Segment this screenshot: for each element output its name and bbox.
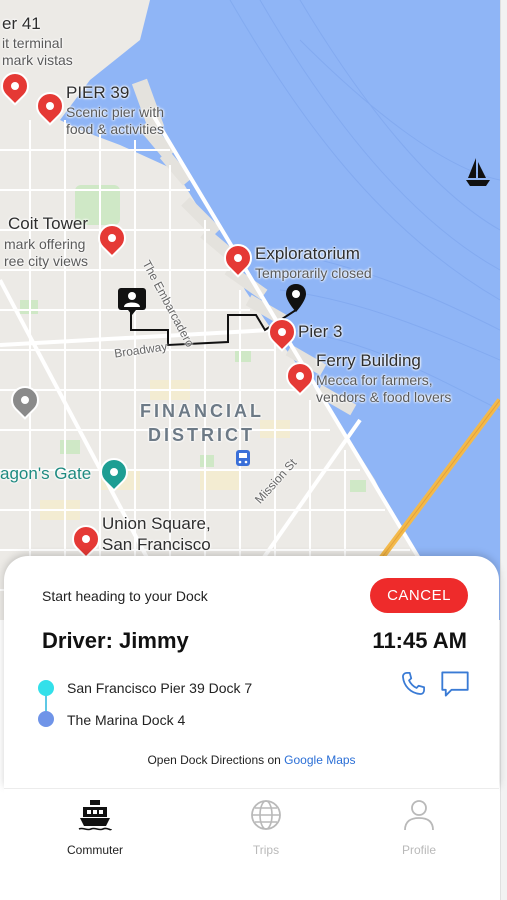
map-view[interactable]: er 41 it terminal mark vistas PIER 39 Sc… <box>0 0 503 622</box>
open-directions-text: Open Dock Directions on <box>147 753 285 767</box>
open-directions: Open Dock Directions on Google Maps <box>4 753 499 767</box>
union-square-label-2: San Francisco <box>102 535 211 554</box>
start-stop-label: San Francisco Pier 39 Dock 7 <box>67 680 253 696</box>
district-label-1: FINANCIAL <box>140 401 264 421</box>
nav-trips[interactable]: Trips <box>216 797 316 857</box>
ferry-building-sub-label-1: Mecca for farmers, <box>316 372 433 388</box>
message-icon[interactable] <box>440 670 470 698</box>
coit-tower-sub-label-2: ree city views <box>4 253 89 269</box>
ferry-building-sub-label-2: vendors & food lovers <box>316 389 452 405</box>
screen-edge <box>500 0 507 900</box>
bottom-nav: Commuter Trips Profile <box>4 788 499 900</box>
google-maps-link[interactable]: Google Maps <box>284 753 355 767</box>
coit-tower-sub-label-1: mark offering <box>4 236 86 252</box>
phone-icon[interactable] <box>399 670 427 698</box>
pier-39-sub-label-1: Scenic pier with <box>66 104 165 120</box>
coit-tower-label: Coit Tower <box>8 214 88 233</box>
globe-icon <box>251 800 281 830</box>
person-icon <box>404 800 434 831</box>
trip-sheet: Start heading to your Dock CANCEL Driver… <box>4 556 499 788</box>
start-stop-dot <box>38 680 54 696</box>
ferry-building-label: Ferry Building <box>316 351 421 370</box>
nav-profile-label: Profile <box>401 843 436 857</box>
pier-41-sub-label-2: mark vistas <box>2 52 73 68</box>
ferry-icon <box>78 800 112 831</box>
pier-39-sub-label-2: food & activities <box>66 121 165 137</box>
app-screen: er 41 it terminal mark vistas PIER 39 Sc… <box>0 0 507 900</box>
district-label-2: DISTRICT <box>148 425 255 445</box>
pier-3-label: Pier 3 <box>298 322 343 341</box>
dragons-gate-label: agon's Gate <box>0 464 92 483</box>
pier-39-label: PIER 39 <box>66 83 130 102</box>
transit-station-icon <box>236 450 250 466</box>
end-stop-label: The Marina Dock 4 <box>67 712 186 728</box>
nav-commuter-label: Commuter <box>66 843 123 857</box>
pier-41-label: er 41 <box>2 14 41 33</box>
end-stop-dot <box>38 711 54 727</box>
pier-41-sub-label-1: it terminal <box>2 35 63 51</box>
union-square-label: Union Square, <box>102 514 211 533</box>
exploratorium-label: Exploratorium <box>255 244 360 263</box>
eta-time: 11:45 AM <box>372 628 467 653</box>
nav-commuter[interactable]: Commuter <box>45 797 145 857</box>
exploratorium-sub-label: Temporarily closed <box>255 265 372 281</box>
cancel-button[interactable]: CANCEL <box>370 578 468 613</box>
driver-name: Driver: Jimmy <box>42 628 189 653</box>
nav-profile[interactable]: Profile <box>369 797 469 857</box>
trip-status-text: Start heading to your Dock <box>42 588 208 604</box>
nav-trips-label: Trips <box>252 843 280 857</box>
